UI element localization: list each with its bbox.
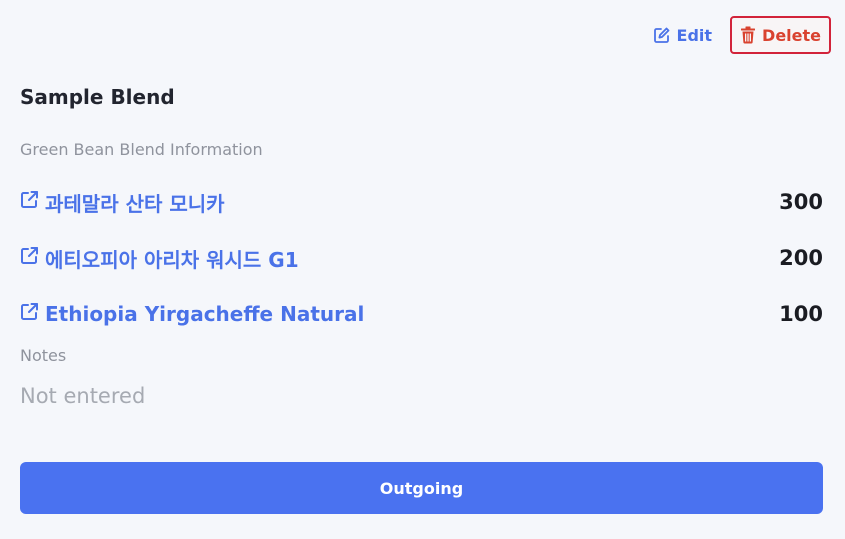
- blend-title: Sample Blend: [20, 85, 175, 109]
- bean-name: Ethiopia Yirgacheffe Natural: [45, 302, 365, 326]
- bean-quantity: 200: [779, 246, 823, 270]
- bean-list: 과테말라 산타 모니카 300 에티오피아 아리차 워시드 G1 200 Eth…: [20, 174, 823, 342]
- delete-label: Delete: [762, 25, 821, 45]
- bean-name: 에티오피아 아리차 워시드 G1: [45, 247, 299, 272]
- trash-icon: [740, 26, 756, 44]
- edit-button[interactable]: Edit: [649, 16, 717, 54]
- list-item: Ethiopia Yirgacheffe Natural 100: [20, 286, 823, 342]
- header-actions: Edit Delete: [649, 16, 831, 54]
- bean-name: 과테말라 산타 모니카: [45, 191, 225, 216]
- list-item: 에티오피아 아리차 워시드 G1 200: [20, 230, 823, 286]
- bean-quantity: 100: [779, 302, 823, 326]
- external-link-icon: [20, 302, 39, 326]
- external-link-icon: [20, 190, 39, 214]
- external-link-icon: [20, 246, 39, 270]
- bean-link[interactable]: Ethiopia Yirgacheffe Natural: [20, 302, 364, 326]
- bean-quantity: 300: [779, 190, 823, 214]
- edit-label: Edit: [676, 25, 713, 45]
- blend-section-label: Green Bean Blend Information: [20, 140, 263, 159]
- edit-icon: [653, 26, 671, 44]
- notes-value: Not entered: [20, 384, 146, 408]
- bean-link[interactable]: 과테말라 산타 모니카: [20, 188, 225, 217]
- notes-label: Notes: [20, 346, 67, 365]
- delete-button[interactable]: Delete: [730, 16, 831, 54]
- list-item: 과테말라 산타 모니카 300: [20, 174, 823, 230]
- bean-link[interactable]: 에티오피아 아리차 워시드 G1: [20, 244, 299, 273]
- outgoing-button[interactable]: Outgoing: [20, 462, 823, 514]
